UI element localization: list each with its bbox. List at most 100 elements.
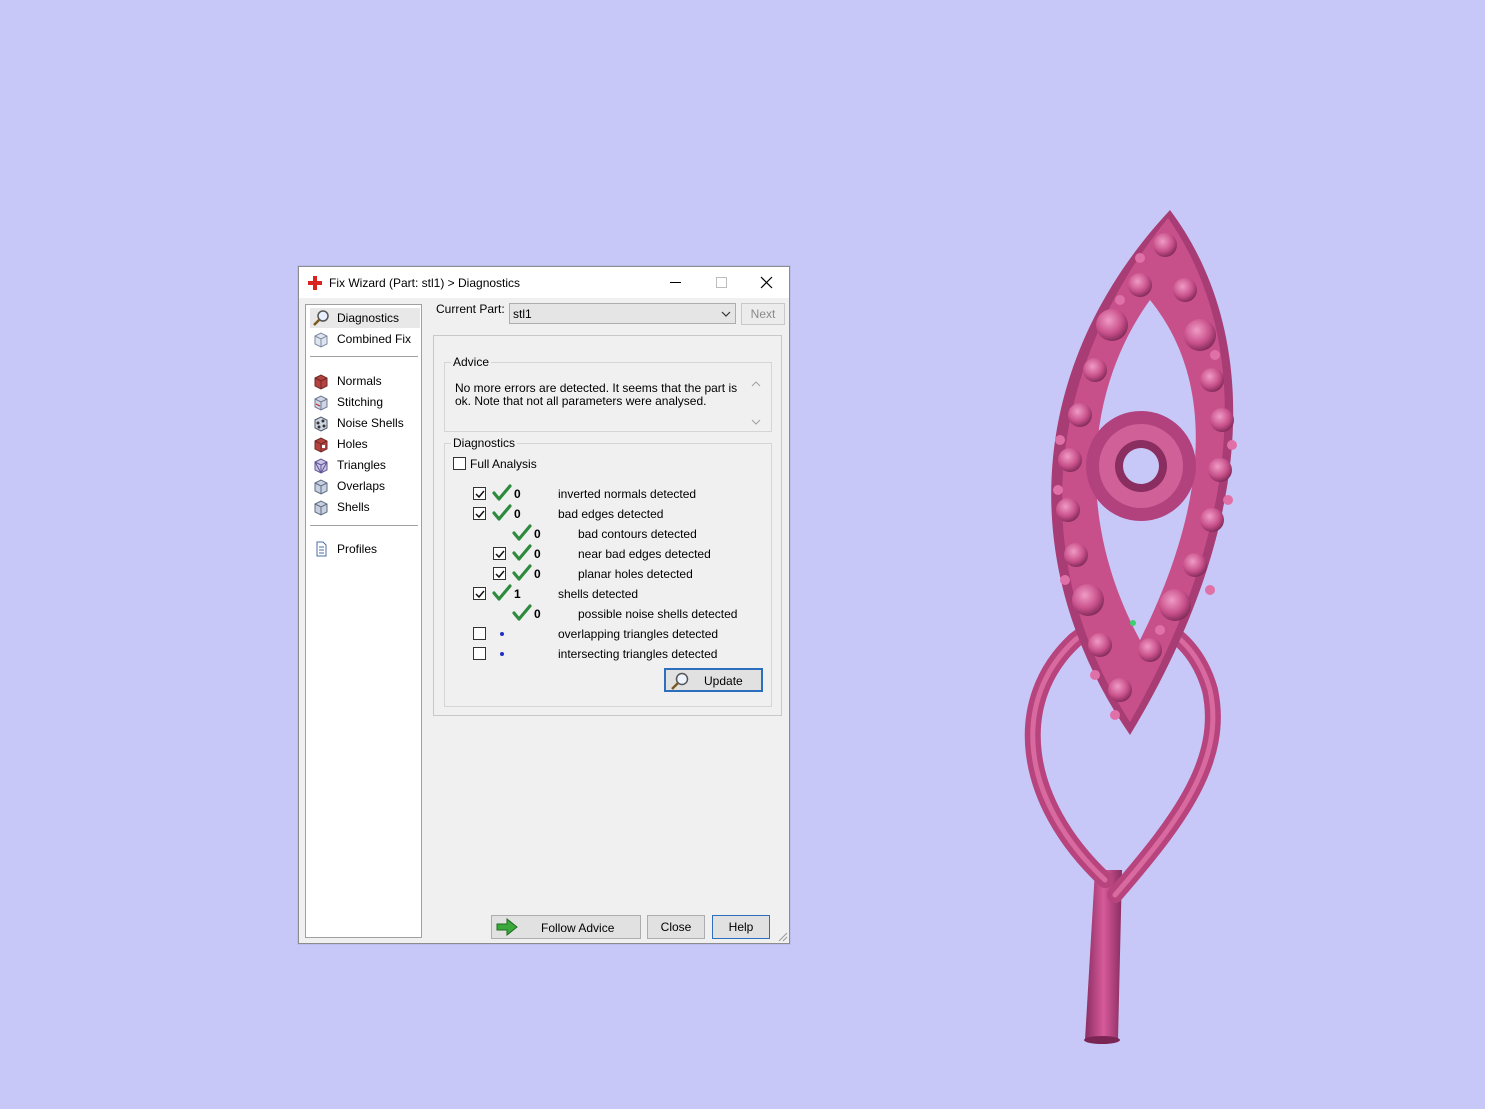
shells-cube-icon xyxy=(314,500,328,516)
diagnostic-checkbox[interactable] xyxy=(473,627,486,640)
close-icon xyxy=(760,276,773,289)
help-button[interactable]: Help xyxy=(712,915,770,939)
diagnostic-checkbox[interactable] xyxy=(473,487,486,500)
red-cross-icon xyxy=(308,276,322,290)
sidebar-item-label: Overlaps xyxy=(337,479,386,493)
diagnostic-count: 0 xyxy=(534,607,541,621)
diagnostic-label: bad contours detected xyxy=(578,527,697,541)
sidebar-item-label: Profiles xyxy=(337,542,378,556)
sidebar-item-label: Diagnostics xyxy=(337,311,400,325)
diagnostic-count: 1 xyxy=(514,587,521,601)
green-check-icon xyxy=(492,504,512,521)
advice-title: Advice xyxy=(451,355,492,369)
cube-icon xyxy=(314,332,328,348)
fix-wizard-dialog: Fix Wizard (Part: stl1) > Diagnostics Di… xyxy=(298,266,790,944)
minimize-button[interactable] xyxy=(653,267,698,298)
follow-advice-label: Follow Advice xyxy=(541,921,615,935)
holes-cube-icon xyxy=(314,437,328,453)
sidebar-item-label: Noise Shells xyxy=(337,416,404,430)
sidebar-item-stitching[interactable]: Stitching xyxy=(310,392,420,412)
sidebar-item-label: Stitching xyxy=(337,395,384,409)
checkmark-icon xyxy=(475,490,485,499)
window-title: Fix Wizard (Part: stl1) > Diagnostics xyxy=(329,276,521,290)
diagnostic-label: intersecting triangles detected xyxy=(558,647,718,661)
diagnostic-count: 0 xyxy=(534,527,541,541)
sidebar-item-diagnostics[interactable]: Diagnostics xyxy=(310,308,420,328)
diagnostic-checkbox[interactable] xyxy=(493,567,506,580)
magnifier-icon xyxy=(313,310,329,326)
diagnostic-checkbox[interactable] xyxy=(493,547,506,560)
sidebar-divider xyxy=(310,356,418,357)
current-part-select[interactable]: stl1 xyxy=(509,303,736,324)
stitching-cube-icon xyxy=(314,395,328,411)
pending-dot-icon xyxy=(500,632,504,636)
maximize-button[interactable] xyxy=(699,267,744,298)
current-part-label: Current Part: xyxy=(436,302,505,316)
diagnostic-label: shells detected xyxy=(558,587,639,601)
diagnostic-label: bad edges detected xyxy=(558,507,664,521)
next-button[interactable]: Next xyxy=(741,303,785,325)
chevron-down-icon xyxy=(721,311,731,317)
sidebar-item-overlaps[interactable]: Overlaps xyxy=(310,476,420,496)
sidebar-item-triangles[interactable]: Triangles xyxy=(310,455,420,475)
sidebar-item-normals[interactable]: Normals xyxy=(310,371,420,391)
sidebar-divider xyxy=(310,525,418,526)
close-button[interactable]: Close xyxy=(647,915,705,939)
diagnostic-checkbox[interactable] xyxy=(473,647,486,660)
maximize-icon xyxy=(716,277,727,288)
title-bar[interactable]: Fix Wizard (Part: stl1) > Diagnostics xyxy=(299,267,789,298)
magnifier-icon xyxy=(671,672,689,690)
diagnostic-count: 0 xyxy=(534,547,541,561)
green-check-icon xyxy=(512,564,532,581)
current-part-value: stl1 xyxy=(513,307,532,321)
diagnostic-checkbox[interactable] xyxy=(473,507,486,520)
diagnostic-count: 0 xyxy=(514,487,521,501)
sidebar-item-holes[interactable]: Holes xyxy=(310,434,420,454)
green-check-icon xyxy=(512,544,532,561)
advice-text: No more errors are detected. It seems th… xyxy=(455,381,738,408)
document-icon xyxy=(316,541,327,557)
normals-cube-icon xyxy=(314,374,328,390)
checkmark-icon xyxy=(495,570,505,579)
sidebar-item-label: Normals xyxy=(337,374,382,388)
full-analysis-label: Full Analysis xyxy=(470,457,537,471)
sidebar-item-profiles[interactable]: Profiles xyxy=(310,539,420,559)
checkmark-icon xyxy=(475,590,485,599)
checkmark-icon xyxy=(495,550,505,559)
full-analysis-checkbox[interactable] xyxy=(453,457,466,470)
triangles-cube-icon xyxy=(314,458,328,474)
diagnostic-label: planar holes detected xyxy=(578,567,693,581)
sidebar-item-noise-shells[interactable]: Noise Shells xyxy=(310,413,420,433)
update-button[interactable]: Update xyxy=(664,668,763,692)
diagnostic-label: near bad edges detected xyxy=(578,547,711,561)
minimize-icon xyxy=(670,282,681,283)
follow-advice-button[interactable]: Follow Advice xyxy=(491,915,641,939)
noise-shells-icon xyxy=(314,416,328,432)
diagnostic-count: 0 xyxy=(534,567,541,581)
green-check-icon xyxy=(512,524,532,541)
green-check-icon xyxy=(492,484,512,501)
diagnostic-checkbox[interactable] xyxy=(473,587,486,600)
diagnostic-label: inverted normals detected xyxy=(558,487,697,501)
close-window-button[interactable] xyxy=(744,267,789,298)
resize-grip-icon[interactable] xyxy=(776,930,788,942)
green-check-icon xyxy=(492,584,512,601)
advice-group: Advice No more errors are detected. It s… xyxy=(444,355,772,432)
sidebar-item-label: Triangles xyxy=(337,458,386,472)
diagnostic-count: 0 xyxy=(514,507,521,521)
checkmark-icon xyxy=(475,510,485,519)
overlaps-cube-icon xyxy=(314,479,328,495)
wizard-sidebar: Diagnostics Combined Fix Normals Stitchi… xyxy=(305,304,422,938)
green-arrow-icon xyxy=(496,918,518,936)
green-check-icon xyxy=(512,604,532,621)
update-button-label: Update xyxy=(704,674,743,688)
sidebar-item-combined-fix[interactable]: Combined Fix xyxy=(310,329,420,349)
diagnostic-label: overlapping triangles detected xyxy=(558,627,719,641)
diagnostics-title: Diagnostics xyxy=(451,436,518,450)
diagnostics-group: Diagnostics Full Analysis 0 inverted norm… xyxy=(444,436,772,707)
sidebar-item-label: Holes xyxy=(337,437,368,451)
sidebar-item-label: Combined Fix xyxy=(337,332,412,346)
sidebar-item-shells[interactable]: Shells xyxy=(310,497,420,517)
diagnostics-panel: Advice No more errors are detected. It s… xyxy=(433,335,782,716)
advice-scrollbar[interactable] xyxy=(748,377,764,429)
